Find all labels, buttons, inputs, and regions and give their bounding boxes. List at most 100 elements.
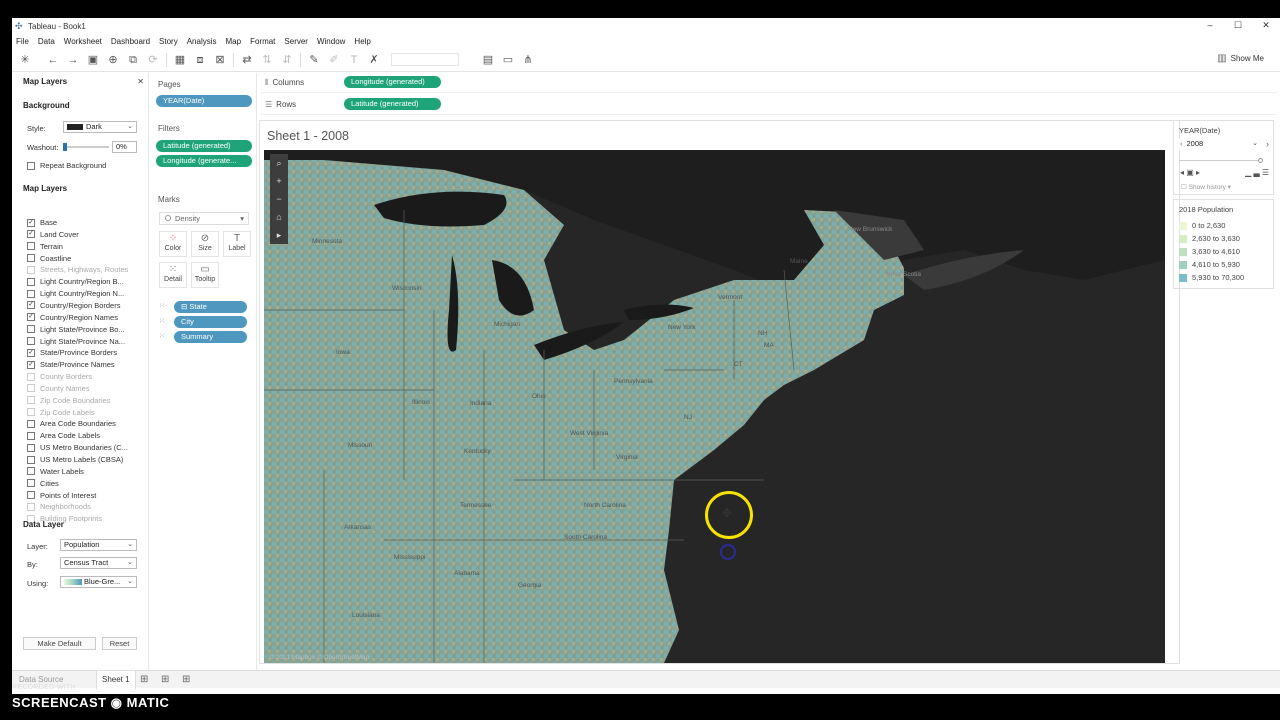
label-icon[interactable]: T bbox=[347, 53, 361, 67]
show-me-button[interactable]: ▥ Show Me bbox=[1217, 53, 1264, 64]
layer-checkbox-row[interactable]: Terrain bbox=[27, 242, 63, 251]
year-select[interactable]: ‹ 2008 ⌄ bbox=[1177, 139, 1261, 150]
new-worksheet-icon[interactable]: ▦ bbox=[173, 53, 187, 67]
layer-checkbox-row[interactable]: Points of Interest bbox=[27, 491, 96, 500]
new-dashboard-icon[interactable]: ⊞ bbox=[161, 674, 169, 685]
checkbox-icon[interactable] bbox=[27, 337, 35, 345]
sort-descending-icon[interactable]: ⇵ bbox=[280, 53, 294, 67]
reset-map-icon[interactable]: ⌂ bbox=[270, 208, 288, 226]
new-datasource-icon[interactable]: ⊕ bbox=[106, 53, 120, 67]
maximize-button[interactable]: ☐ bbox=[1224, 18, 1252, 32]
new-worksheet-icon[interactable]: ⊞ bbox=[140, 674, 148, 685]
washout-slider[interactable] bbox=[63, 143, 109, 151]
columns-pill[interactable]: Longitude (generated) bbox=[344, 76, 441, 88]
share-icon[interactable]: ⋔ bbox=[521, 53, 535, 67]
layer-checkbox-row[interactable]: Light State/Province Na... bbox=[27, 337, 125, 346]
sheet-tab[interactable]: Sheet 1 bbox=[96, 671, 136, 689]
style-dropdown[interactable]: Dark ⌄ bbox=[63, 121, 137, 133]
tooltip-button[interactable]: ▭ Tooltip bbox=[191, 262, 219, 288]
filter-pill[interactable]: Latitude (generated) bbox=[156, 140, 252, 152]
rows-shelf[interactable]: ☰ Rows Latitude (generated) bbox=[261, 95, 1277, 115]
redo-icon[interactable]: → bbox=[66, 53, 80, 67]
legend-item[interactable]: 2,630 to 3,630 bbox=[1179, 234, 1240, 243]
checkbox-icon[interactable] bbox=[27, 161, 35, 170]
by-dropdown[interactable]: Census Tract ⌄ bbox=[60, 557, 137, 569]
layer-checkbox-row[interactable]: ✓ State/Province Borders bbox=[27, 348, 117, 357]
checkbox-icon[interactable] bbox=[27, 254, 35, 263]
menu-story[interactable]: Story bbox=[159, 37, 178, 46]
checkbox-icon[interactable] bbox=[27, 325, 35, 334]
size-button[interactable]: ⊘ Size bbox=[191, 231, 219, 257]
zoom-out-icon[interactable]: − bbox=[270, 190, 288, 208]
menu-file[interactable]: File bbox=[16, 37, 29, 46]
layer-checkbox-row[interactable]: Area Code Labels bbox=[27, 431, 100, 440]
checkbox-icon[interactable] bbox=[27, 277, 35, 286]
search-icon[interactable]: ⌕ bbox=[270, 154, 288, 172]
checkbox-icon[interactable] bbox=[27, 289, 35, 298]
close-button[interactable]: ✕ bbox=[1252, 18, 1280, 32]
legend-item[interactable]: 5,930 to 70,300 bbox=[1179, 273, 1244, 282]
checkbox-icon[interactable] bbox=[27, 443, 35, 452]
checked-checkbox-icon[interactable]: ✓ bbox=[27, 230, 35, 239]
group-icon[interactable]: ✐ bbox=[327, 53, 341, 67]
checkbox-icon[interactable] bbox=[27, 419, 35, 428]
pause-updates-icon[interactable]: ⧉ bbox=[126, 53, 140, 67]
layer-dropdown[interactable]: Population ⌄ bbox=[60, 539, 137, 551]
swap-axes-icon[interactable]: ⇄ bbox=[240, 53, 254, 67]
reset-button[interactable]: Reset bbox=[102, 637, 137, 650]
menu-window[interactable]: Window bbox=[317, 37, 345, 46]
checked-checkbox-icon[interactable]: ✓ bbox=[27, 218, 35, 227]
layer-checkbox-row[interactable]: ✓ State/Province Names bbox=[27, 360, 115, 369]
close-icon[interactable]: ✕ bbox=[137, 77, 144, 86]
layer-checkbox-row[interactable]: Coastline bbox=[27, 254, 71, 263]
tableau-icon[interactable]: ✳ bbox=[18, 53, 32, 67]
mark-type-dropdown[interactable]: Density ▾ bbox=[159, 212, 249, 225]
checkbox-icon[interactable] bbox=[27, 242, 35, 251]
fit-dropdown[interactable] bbox=[391, 53, 459, 66]
filter-pill[interactable]: Longitude (generate... bbox=[156, 155, 252, 167]
layer-checkbox-row[interactable]: Area Code Boundaries bbox=[27, 419, 116, 428]
layer-checkbox-row[interactable]: Light State/Province Bo... bbox=[27, 325, 125, 334]
legend-item[interactable]: 0 to 2,630 bbox=[1179, 221, 1225, 230]
washout-slider-handle[interactable] bbox=[63, 143, 67, 151]
minimize-button[interactable]: – bbox=[1196, 18, 1224, 32]
layer-checkbox-row[interactable]: ✓ Land Cover bbox=[27, 230, 79, 239]
next-icon[interactable]: › bbox=[1266, 139, 1269, 149]
state-field-pill[interactable]: ⊟ State bbox=[174, 301, 247, 313]
checkbox-icon[interactable] bbox=[27, 431, 35, 440]
page-slider-handle[interactable] bbox=[1258, 158, 1263, 163]
layer-checkbox-row[interactable]: US Metro Boundaries (C... bbox=[27, 443, 128, 452]
using-dropdown[interactable]: Blue-Gre... ⌄ bbox=[60, 576, 137, 588]
city-field-pill[interactable]: City bbox=[174, 316, 247, 328]
menu-data[interactable]: Data bbox=[38, 37, 55, 46]
layer-checkbox-row[interactable]: Cities bbox=[27, 479, 59, 488]
layer-checkbox-row[interactable]: US Metro Labels (CBSA) bbox=[27, 455, 123, 464]
detail-button[interactable]: ⁙ Detail bbox=[159, 262, 187, 288]
rows-pill[interactable]: Latitude (generated) bbox=[344, 98, 441, 110]
legend-item[interactable]: 4,610 to 5,930 bbox=[1179, 260, 1240, 269]
layer-checkbox-row[interactable]: ✓ Country/Region Names bbox=[27, 313, 118, 322]
save-icon[interactable]: ▣ bbox=[86, 53, 100, 67]
clear-sheet-icon[interactable]: ⊠ bbox=[213, 53, 227, 67]
washout-input[interactable]: 0% bbox=[112, 141, 137, 153]
legend-item[interactable]: 3,630 to 4,610 bbox=[1179, 247, 1240, 256]
checkbox-icon[interactable] bbox=[27, 455, 35, 464]
make-default-button[interactable]: Make Default bbox=[23, 637, 96, 650]
label-button[interactable]: T Label bbox=[223, 231, 251, 257]
menu-analysis[interactable]: Analysis bbox=[187, 37, 217, 46]
map-attribution[interactable]: © 2021 Mapbox © OpenStreetMap bbox=[269, 654, 369, 661]
presentation-mode-icon[interactable]: ▭ bbox=[501, 53, 515, 67]
menu-map[interactable]: Map bbox=[226, 37, 242, 46]
columns-shelf[interactable]: ⦀ Columns Longitude (generated) bbox=[261, 73, 1277, 93]
speed-controls[interactable]: ▁ ▃ ☰ bbox=[1245, 168, 1269, 177]
prev-icon[interactable]: ‹ bbox=[1180, 139, 1183, 148]
menu-worksheet[interactable]: Worksheet bbox=[64, 37, 102, 46]
new-story-icon[interactable]: ⊞ bbox=[182, 674, 190, 685]
layer-checkbox-row[interactable]: ✓ Base bbox=[27, 218, 57, 227]
density-map[interactable]: ⌕ + − ⌂ ▸ Minnesota Wisconsin Michigan I… bbox=[264, 150, 1165, 663]
layer-checkbox-row[interactable]: Light Country/Region N... bbox=[27, 289, 124, 298]
page-slider[interactable] bbox=[1179, 158, 1263, 163]
checkbox-icon[interactable] bbox=[27, 479, 35, 488]
checkbox-icon[interactable] bbox=[27, 467, 35, 476]
checked-checkbox-icon[interactable]: ✓ bbox=[27, 348, 35, 357]
